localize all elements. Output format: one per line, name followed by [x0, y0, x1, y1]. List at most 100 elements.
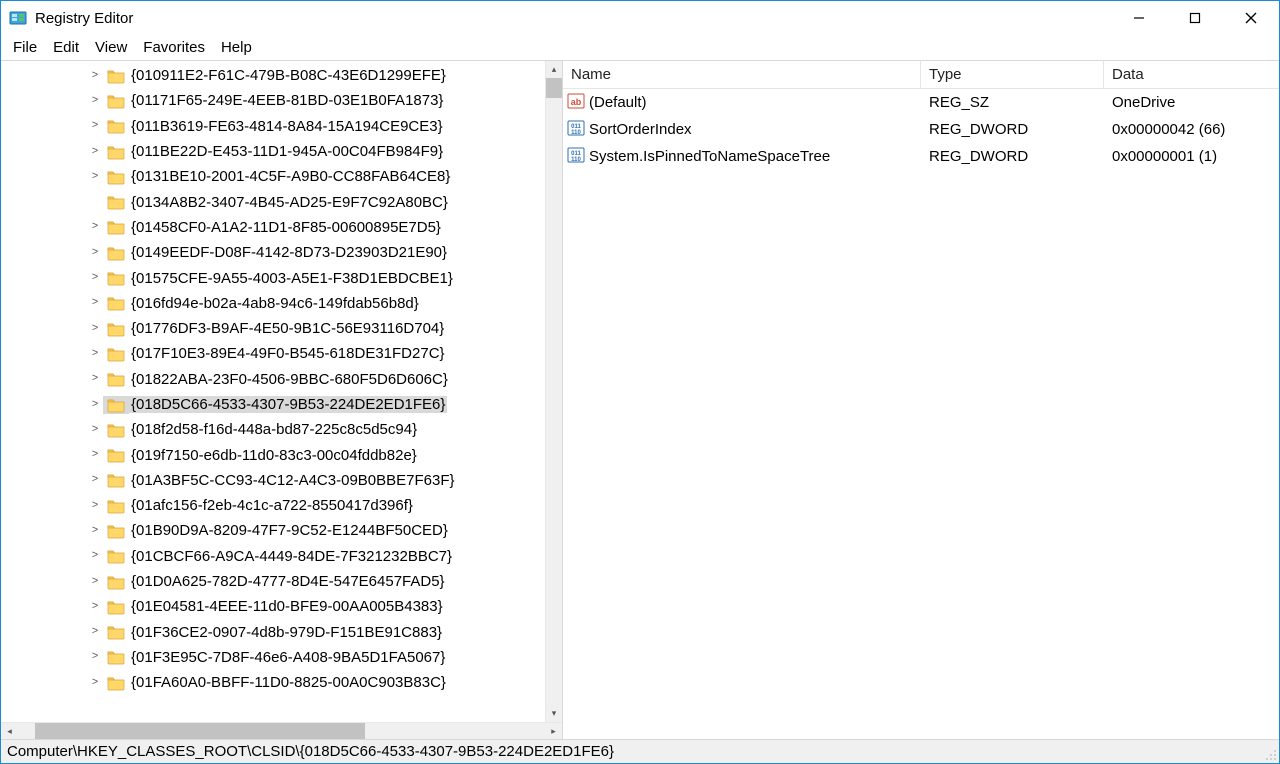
tree-node[interactable]: > {01E04581-4EEE-11d0-BFE9-00AA005B4383}	[1, 594, 545, 619]
value-row[interactable]: 011110SortOrderIndexREG_DWORD0x00000042 …	[563, 116, 1279, 143]
tree-node[interactable]: >{018f2d58-f16d-448a-bd87-225c8c5d5c94}	[1, 417, 545, 442]
tree-node[interactable]: >{0149EEDF-D08F-4142-8D73-D23903D21E90}	[1, 240, 545, 265]
tree-horizontal-scrollbar[interactable]: ◂ ▸	[1, 722, 562, 739]
expander-icon[interactable]: >	[87, 221, 103, 233]
column-header-data[interactable]: Data	[1104, 61, 1279, 89]
menu-view[interactable]: View	[87, 37, 135, 58]
tree-node[interactable]: > {016fd94e-b02a-4ab8-94c6-149fdab56b8d}	[1, 291, 545, 316]
value-data-cell: 0x00000001 (1)	[1104, 148, 1279, 165]
menu-help[interactable]: Help	[213, 37, 260, 58]
expander-icon[interactable]: >	[87, 272, 103, 284]
expander-icon[interactable]: >	[87, 323, 103, 335]
expander-icon[interactable]: >	[87, 373, 103, 385]
window-controls	[1111, 1, 1279, 35]
tree-node[interactable]: >{01D0A625-782D-4777-8D4E-547E6457FAD5}	[1, 569, 545, 594]
menu-favorites[interactable]: Favorites	[135, 37, 213, 58]
folder-icon	[103, 345, 129, 363]
value-type-cell: REG_DWORD	[921, 121, 1104, 138]
folder-icon	[103, 370, 129, 388]
tree-node-label: {01F3E95C-7D8F-46e6-A408-9BA5D1FA5067}	[129, 649, 447, 666]
binary-value-icon: 011110	[567, 119, 589, 141]
tree-node[interactable]: >{01afc156-f2eb-4c1c-a722-8550417d396f}	[1, 493, 545, 518]
folder-icon	[103, 421, 129, 439]
minimize-button[interactable]	[1111, 1, 1167, 35]
expander-icon[interactable]: >	[87, 550, 103, 562]
tree-node-label: {011B3619-FE63-4814-8A84-15A194CE9CE3}	[129, 118, 445, 135]
tree-node-label: {01458CF0-A1A2-11D1-8F85-00600895E7D5}	[129, 219, 443, 236]
expander-icon[interactable]: >	[87, 70, 103, 82]
tree-node[interactable]: > {01822ABA-23F0-4506-9BBC-680F5D6D606C}	[1, 367, 545, 392]
tree-node[interactable]: >{010911E2-F61C-479B-B08C-43E6D1299EFE}	[1, 63, 545, 88]
scroll-down-arrow-icon[interactable]: ▾	[546, 705, 562, 722]
expander-icon[interactable]: >	[87, 474, 103, 486]
scroll-thumb[interactable]	[35, 723, 365, 739]
tree-vertical-scrollbar[interactable]: ▴ ▾	[545, 61, 562, 722]
tree-node-label: {01B90D9A-8209-47F7-9C52-E1244BF50CED}	[129, 522, 450, 539]
tree-node[interactable]: >{017F10E3-89E4-49F0-B545-618DE31FD27C}	[1, 341, 545, 366]
expander-icon[interactable]: >	[87, 120, 103, 132]
value-type-cell: REG_DWORD	[921, 148, 1104, 165]
scroll-up-arrow-icon[interactable]: ▴	[546, 61, 562, 78]
tree-node[interactable]: > {01CBCF66-A9CA-4449-84DE-7F321232BBC7}	[1, 544, 545, 569]
expander-icon[interactable]: >	[87, 626, 103, 638]
tree-node[interactable]: >{01171F65-249E-4EEB-81BD-03E1B0FA1873}	[1, 88, 545, 113]
menu-file[interactable]: File	[5, 37, 45, 58]
tree-node-label: {01E04581-4EEE-11d0-BFE9-00AA005B4383}	[129, 598, 445, 615]
tree-node[interactable]: > {011BE22D-E453-11D1-945A-00C04FB984F9}	[1, 139, 545, 164]
tree-node[interactable]: >{01FA60A0-BBFF-11D0-8825-00A0C903B83C}	[1, 670, 545, 695]
scroll-track[interactable]	[546, 78, 562, 705]
tree-node[interactable]: > {011B3619-FE63-4814-8A84-15A194CE9CE3}	[1, 114, 545, 139]
tree-node-label: {01CBCF66-A9CA-4449-84DE-7F321232BBC7}	[129, 548, 454, 565]
expander-icon[interactable]: >	[87, 525, 103, 537]
tree-node-label: {0134A8B2-3407-4B45-AD25-E9F7C92A80BC}	[129, 194, 450, 211]
folder-icon	[103, 168, 129, 186]
tree-node[interactable]: > {01B90D9A-8209-47F7-9C52-E1244BF50CED}	[1, 518, 545, 543]
tree-node[interactable]: >{01F36CE2-0907-4d8b-979D-F151BE91C883}	[1, 620, 545, 645]
expander-icon[interactable]: >	[87, 651, 103, 663]
tree-node[interactable]: >{018D5C66-4533-4307-9B53-224DE2ED1FE6}	[1, 392, 545, 417]
expander-icon[interactable]: >	[87, 399, 103, 411]
expander-icon[interactable]: >	[87, 677, 103, 689]
expander-icon[interactable]: >	[87, 247, 103, 259]
tree-node[interactable]: > {01776DF3-B9AF-4E50-9B1C-56E93116D704}	[1, 316, 545, 341]
scroll-right-arrow-icon[interactable]: ▸	[545, 723, 562, 739]
menu-edit[interactable]: Edit	[45, 37, 87, 58]
tree-node-label: {01776DF3-B9AF-4E50-9B1C-56E93116D704}	[129, 320, 446, 337]
titlebar[interactable]: Registry Editor	[1, 1, 1279, 35]
expander-icon[interactable]: >	[87, 601, 103, 613]
close-button[interactable]	[1223, 1, 1279, 35]
value-row[interactable]: 011110System.IsPinnedToNameSpaceTreeREG_…	[563, 143, 1279, 170]
statusbar: Computer\HKEY_CLASSES_ROOT\CLSID\{018D5C…	[1, 739, 1279, 763]
tree-node[interactable]: {0134A8B2-3407-4B45-AD25-E9F7C92A80BC}	[1, 189, 545, 214]
expander-icon[interactable]: >	[87, 348, 103, 360]
scroll-thumb[interactable]	[546, 78, 562, 98]
tree-node[interactable]: >{019f7150-e6db-11d0-83c3-00c04fddb82e}	[1, 442, 545, 467]
value-name: SortOrderIndex	[589, 121, 692, 138]
folder-icon	[103, 648, 129, 666]
expander-icon[interactable]: >	[87, 500, 103, 512]
expander-icon[interactable]: >	[87, 95, 103, 107]
expander-icon[interactable]: >	[87, 297, 103, 309]
column-header-name[interactable]: Name	[563, 61, 921, 89]
registry-tree[interactable]: >{010911E2-F61C-479B-B08C-43E6D1299EFE}>…	[1, 61, 545, 722]
values-list[interactable]: ab(Default)REG_SZOneDrive 011110SortOrder…	[563, 89, 1279, 739]
tree-node-label: {011BE22D-E453-11D1-945A-00C04FB984F9}	[129, 143, 445, 160]
value-row[interactable]: ab(Default)REG_SZOneDrive	[563, 89, 1279, 116]
expander-icon[interactable]: >	[87, 576, 103, 588]
tree-node-label: {016fd94e-b02a-4ab8-94c6-149fdab56b8d}	[129, 295, 421, 312]
tree-node[interactable]: >{0131BE10-2001-4C5F-A9B0-CC88FAB64CE8}	[1, 164, 545, 189]
resize-grip-icon[interactable]	[1263, 747, 1277, 761]
scroll-track[interactable]	[18, 723, 545, 739]
tree-node-label: {01822ABA-23F0-4506-9BBC-680F5D6D606C}	[129, 371, 450, 388]
expander-icon[interactable]: >	[87, 171, 103, 183]
tree-node[interactable]: > {01F3E95C-7D8F-46e6-A408-9BA5D1FA5067}	[1, 645, 545, 670]
tree-node[interactable]: > {01458CF0-A1A2-11D1-8F85-00600895E7D5}	[1, 215, 545, 240]
expander-icon[interactable]: >	[87, 449, 103, 461]
maximize-button[interactable]	[1167, 1, 1223, 35]
expander-icon[interactable]: >	[87, 146, 103, 158]
expander-icon[interactable]: >	[87, 424, 103, 436]
tree-node[interactable]: >{01A3BF5C-CC93-4C12-A4C3-09B0BBE7F63F}	[1, 468, 545, 493]
scroll-left-arrow-icon[interactable]: ◂	[1, 723, 18, 739]
tree-node[interactable]: >{01575CFE-9A55-4003-A5E1-F38D1EBDCBE1}	[1, 265, 545, 290]
column-header-type[interactable]: Type	[921, 61, 1104, 89]
